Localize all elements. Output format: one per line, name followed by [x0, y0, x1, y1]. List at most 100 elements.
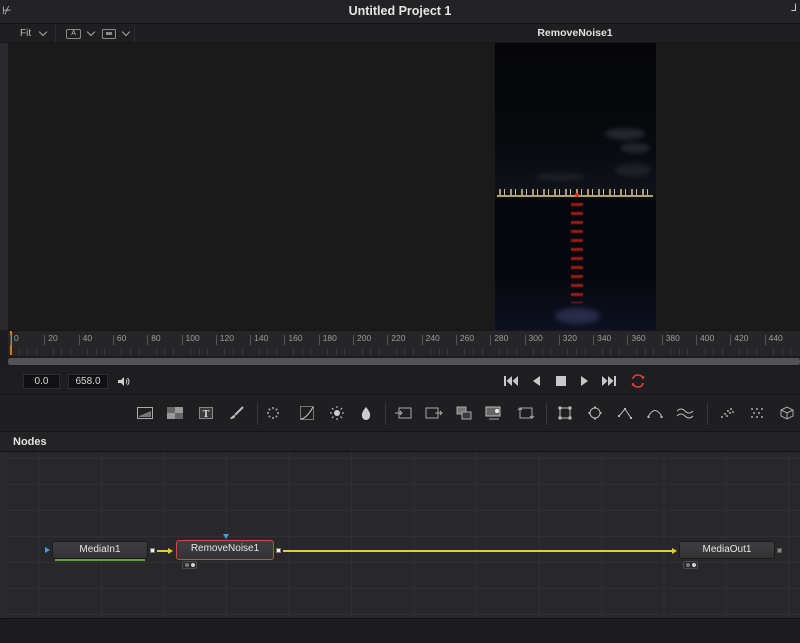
ruler-minor-tick [258, 349, 260, 355]
ruler-minor-tick [747, 349, 749, 355]
bspline-mask-icon[interactable] [646, 405, 664, 421]
ruler-tick-label: 180 [318, 333, 337, 345]
ruler-tick-label: 240 [421, 333, 440, 345]
loop-button[interactable] [630, 374, 646, 388]
current-time-field[interactable]: 0.0 [23, 374, 60, 389]
time-ruler[interactable]: 0 20 40 60 80 100 120 140 160 180 200 220 240 260 280 3… [8, 330, 800, 356]
link-arrow-icon [672, 548, 677, 554]
node-status-bar [55, 559, 145, 561]
stop-button[interactable] [556, 375, 566, 387]
rectangle-mask-icon[interactable] [556, 405, 574, 421]
curves-icon[interactable] [298, 405, 316, 421]
ruler-minor-tick [567, 349, 569, 355]
ruler-tick-label: 20 [44, 333, 58, 345]
step-back-button[interactable] [532, 375, 541, 387]
loader-icon[interactable] [394, 405, 412, 421]
ruler-minor-tick [438, 349, 440, 355]
panel-toggle-right-icon[interactable]: ⅃ [791, 3, 797, 14]
ruler-tick-label: 340 [593, 333, 612, 345]
timeline-scrollbar[interactable] [8, 358, 800, 365]
node-view-toggle[interactable] [182, 561, 197, 569]
warp-icon[interactable] [676, 405, 694, 421]
end-time-field[interactable]: 658.0 [68, 374, 108, 389]
polygon-mask-icon[interactable] [616, 405, 634, 421]
ruler-minor-tick [232, 349, 234, 355]
display-options-dropdown[interactable] [102, 27, 131, 39]
mask-input-triangle-icon[interactable] [223, 534, 229, 539]
node-removenoise1[interactable]: RemoveNoise1 [176, 540, 274, 560]
transform-icon[interactable] [517, 405, 535, 421]
text-icon[interactable]: T [197, 405, 215, 421]
ruler-minor-tick [464, 349, 466, 355]
ruler-tick-label: 0 [10, 333, 19, 345]
ruler-tick-label: 440 [764, 333, 783, 345]
pemitter-icon[interactable] [718, 405, 736, 421]
ruler-minor-tick [164, 349, 166, 355]
status-bar [0, 618, 800, 643]
scrollbar-thumb[interactable] [8, 358, 800, 365]
ruler-minor-tick [738, 349, 740, 355]
chevron-down-icon [86, 27, 96, 36]
ruler-minor-tick [413, 349, 415, 355]
ruler-minor-tick [27, 349, 29, 355]
particles-icon[interactable] [264, 405, 282, 421]
ruler-minor-tick [155, 349, 157, 355]
ruler-minor-tick [635, 349, 637, 355]
ruler-minor-tick [678, 349, 680, 355]
node-mediain1[interactable]: MediaIn1 [52, 541, 148, 561]
ruler-minor-tick [644, 349, 646, 355]
go-to-end-button[interactable] [601, 375, 616, 387]
paint-icon[interactable] [227, 405, 245, 421]
saver-icon[interactable] [425, 405, 443, 421]
viewer-left-edge [0, 43, 8, 330]
ruler-minor-tick [713, 349, 715, 355]
ellipse-mask-icon[interactable] [586, 405, 604, 421]
ruler-minor-tick [138, 349, 140, 355]
prender-icon[interactable] [748, 405, 766, 421]
chevron-down-icon [38, 27, 48, 36]
channel-dropdown[interactable]: A [66, 27, 96, 39]
node-mediaout1[interactable]: MediaOut1 [679, 541, 775, 559]
ruler-minor-tick [275, 349, 277, 355]
ruler-minor-tick [61, 349, 63, 355]
go-to-start-button[interactable] [504, 375, 519, 387]
ruler-minor-tick [515, 349, 517, 355]
viewer-header: Fit A RemoveNoise1 [0, 24, 800, 43]
color-corrector-icon[interactable] [357, 405, 375, 421]
ruler-minor-tick [584, 349, 586, 355]
nodes-panel-title: Nodes [13, 436, 47, 448]
zoom-fit-label: Fit [20, 28, 32, 39]
ruler-minor-tick [430, 349, 432, 355]
ruler-minor-tick [481, 349, 483, 355]
ruler-minor-tick [104, 349, 106, 355]
ruler-minor-tick [507, 349, 509, 355]
node-view-toggle[interactable] [683, 561, 698, 569]
ruler-tick-label: 60 [112, 333, 127, 345]
transport-bar: 0.0 658.0 [0, 367, 800, 395]
nodes-left-edge [0, 452, 8, 618]
output-port[interactable] [150, 548, 155, 553]
ruler-minor-tick [533, 349, 535, 355]
ruler-tick-label: 120 [215, 333, 234, 345]
fast-noise-icon[interactable] [166, 405, 184, 421]
viewer-canvas[interactable] [8, 43, 800, 330]
zoom-fit-dropdown[interactable]: Fit [10, 27, 48, 39]
output-port[interactable] [276, 548, 281, 553]
ruler-tick-label: 280 [490, 333, 509, 345]
output-port[interactable] [777, 548, 782, 553]
ruler-minor-tick [292, 349, 294, 355]
ruler-tick-label: 380 [661, 333, 680, 345]
ruler-minor-tick [687, 349, 689, 355]
brightness-contrast-icon[interactable] [328, 405, 346, 421]
media-out-icon[interactable] [485, 405, 503, 421]
background-icon[interactable] [136, 405, 154, 421]
node-editor-canvas[interactable] [8, 452, 800, 618]
ruler-minor-tick [541, 349, 543, 355]
ruler-minor-tick [190, 349, 192, 355]
ruler-tick-label: 400 [695, 333, 715, 345]
shape3d-icon[interactable] [778, 405, 796, 421]
speaker-icon[interactable] [117, 376, 130, 387]
toolbar-divider [385, 403, 386, 425]
play-button[interactable] [580, 375, 589, 387]
merge-icon[interactable] [455, 405, 473, 421]
